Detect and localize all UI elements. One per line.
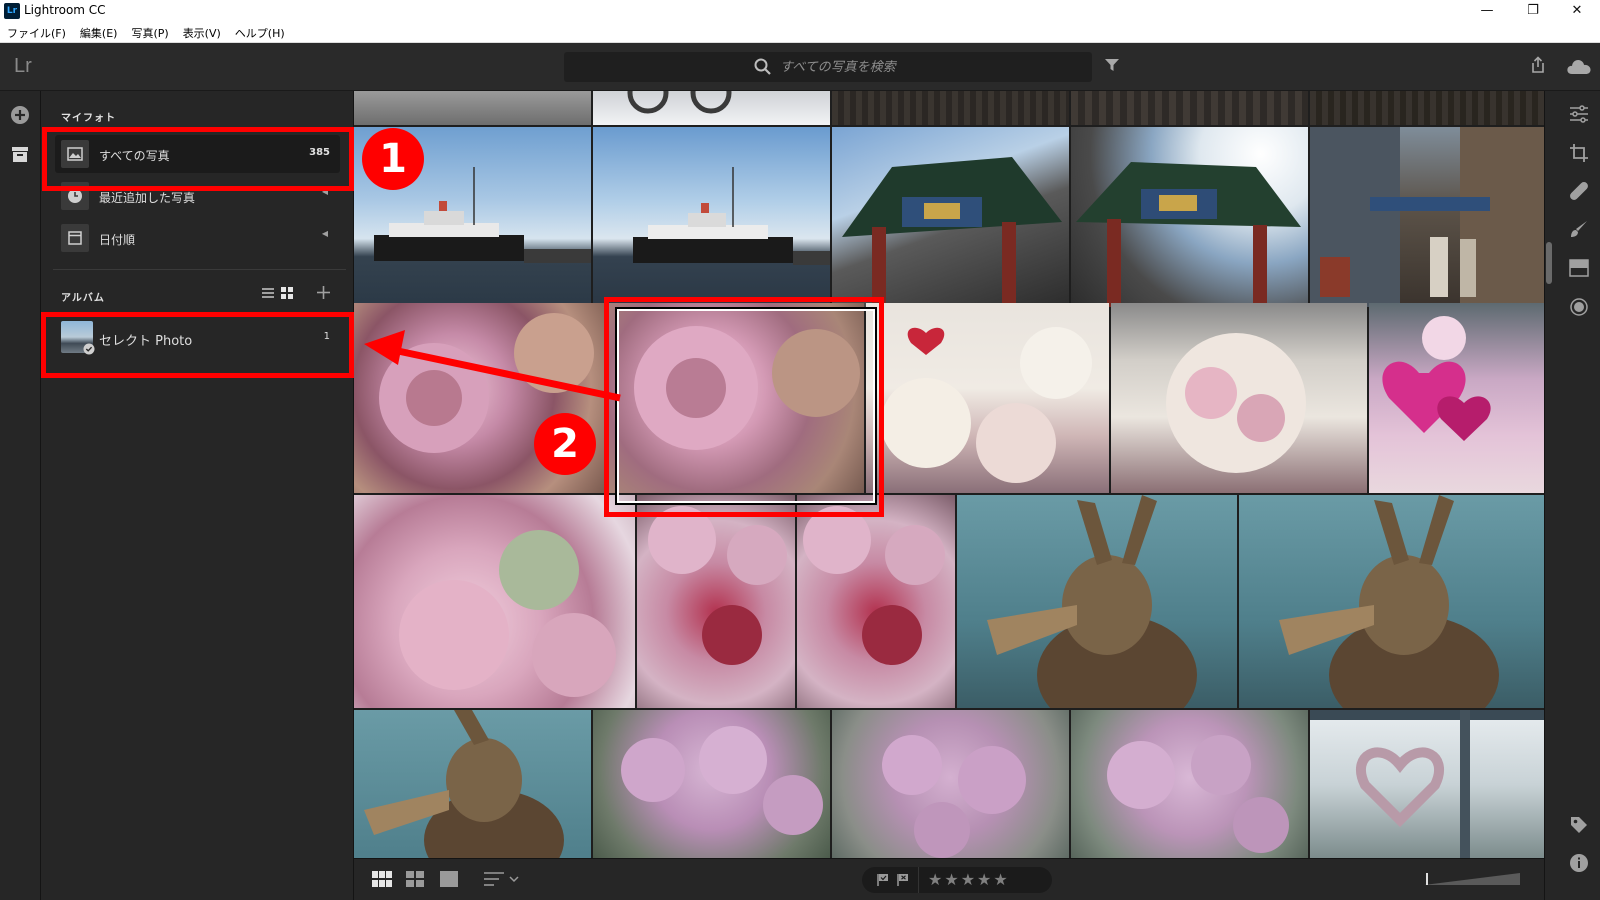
annotation-badge-2: 2 <box>534 413 596 475</box>
annotation-arrow <box>364 330 621 402</box>
